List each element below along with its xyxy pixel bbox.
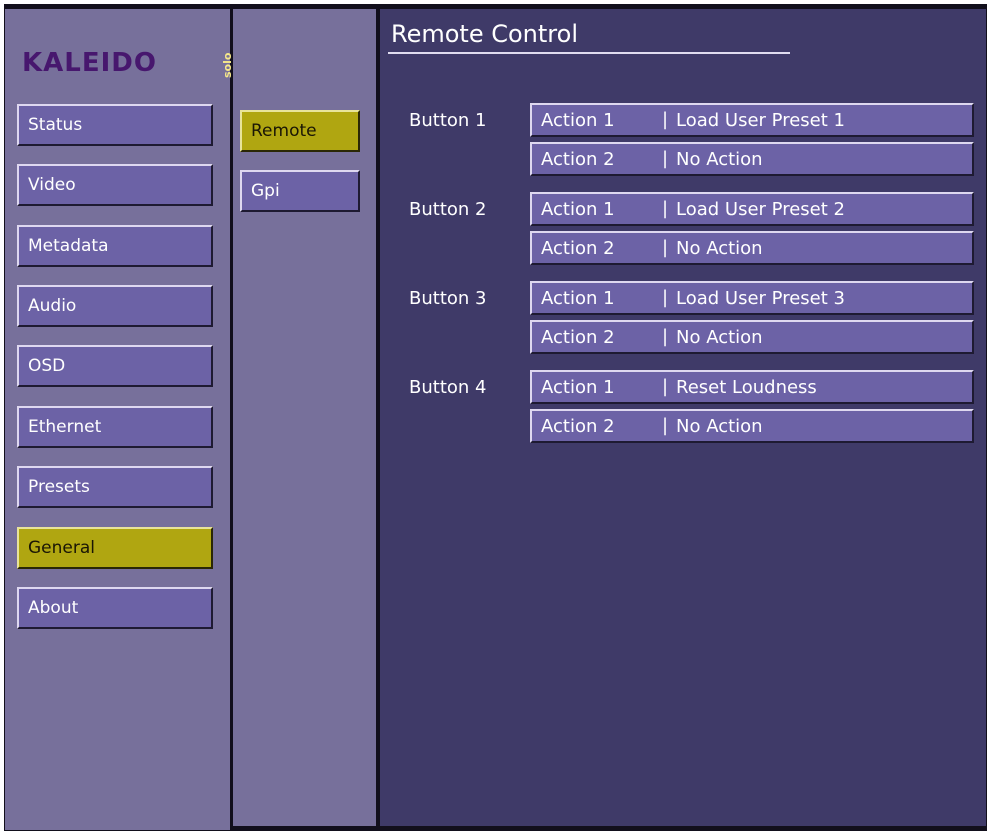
button-3-label: Button 3 xyxy=(409,288,487,309)
submenu-item-gpi[interactable]: Gpi xyxy=(240,170,360,212)
menu-item-osd[interactable]: OSD xyxy=(17,345,213,387)
button-1-label: Button 1 xyxy=(409,110,487,131)
menu-item-metadata[interactable]: Metadata xyxy=(17,225,213,267)
action-separator: | xyxy=(662,376,669,397)
submenu-item-label: Remote xyxy=(251,121,317,141)
menu-item-label: Ethernet xyxy=(28,417,102,437)
menu-item-label: OSD xyxy=(28,356,66,376)
menu-item-label: General xyxy=(28,538,95,558)
button-1-action-1[interactable]: Action 1 | Load User Preset 1 xyxy=(530,103,974,137)
button-4-label: Button 4 xyxy=(409,377,487,398)
submenu-item-remote[interactable]: Remote xyxy=(240,110,360,152)
menu-item-general[interactable]: General xyxy=(17,527,213,569)
menu-item-label: Presets xyxy=(28,477,90,497)
action-value: No Action xyxy=(676,416,763,437)
action-name: Action 1 xyxy=(541,199,615,220)
button-2-action-1[interactable]: Action 1 | Load User Preset 2 xyxy=(530,192,974,226)
action-name: Action 1 xyxy=(541,377,615,398)
action-name: Action 2 xyxy=(541,238,615,259)
submenu-item-label: Gpi xyxy=(251,181,280,201)
menu-item-label: Metadata xyxy=(28,236,109,256)
action-separator: | xyxy=(662,326,669,347)
menu-item-about[interactable]: About xyxy=(17,587,213,629)
action-separator: | xyxy=(662,109,669,130)
menu-item-label: Audio xyxy=(28,296,77,316)
action-separator: | xyxy=(662,148,669,169)
action-value: Load User Preset 3 xyxy=(676,288,845,309)
logo-wordmark: KALEIDO xyxy=(22,48,157,78)
page-title: Remote Control xyxy=(391,20,578,48)
menu-item-label: Video xyxy=(28,175,76,195)
action-value: Load User Preset 2 xyxy=(676,199,845,220)
menu-item-audio[interactable]: Audio xyxy=(17,285,213,327)
logo-subtitle: solo xyxy=(221,52,234,78)
menu-item-presets[interactable]: Presets xyxy=(17,466,213,508)
title-underline xyxy=(388,52,790,54)
action-value: No Action xyxy=(676,149,763,170)
button-3-action-1[interactable]: Action 1 | Load User Preset 3 xyxy=(530,281,974,315)
action-name: Action 2 xyxy=(541,327,615,348)
action-value: Load User Preset 1 xyxy=(676,110,845,131)
button-2-action-2[interactable]: Action 2 | No Action xyxy=(530,231,974,265)
action-name: Action 2 xyxy=(541,416,615,437)
button-1-action-2[interactable]: Action 2 | No Action xyxy=(530,142,974,176)
action-value: Reset Loudness xyxy=(676,377,817,398)
button-4-action-2[interactable]: Action 2 | No Action xyxy=(530,409,974,443)
menu-item-status[interactable]: Status xyxy=(17,104,213,146)
action-name: Action 1 xyxy=(541,288,615,309)
action-name: Action 2 xyxy=(541,149,615,170)
menu-item-ethernet[interactable]: Ethernet xyxy=(17,406,213,448)
button-4-action-1[interactable]: Action 1 | Reset Loudness xyxy=(530,370,974,404)
action-separator: | xyxy=(662,198,669,219)
action-name: Action 1 xyxy=(541,110,615,131)
action-value: No Action xyxy=(676,238,763,259)
menu-item-label: About xyxy=(28,598,79,618)
button-3-action-2[interactable]: Action 2 | No Action xyxy=(530,320,974,354)
action-separator: | xyxy=(662,415,669,436)
menu-item-video[interactable]: Video xyxy=(17,164,213,206)
action-separator: | xyxy=(662,237,669,258)
action-value: No Action xyxy=(676,327,763,348)
action-separator: | xyxy=(662,287,669,308)
button-2-label: Button 2 xyxy=(409,199,487,220)
menu-item-label: Status xyxy=(28,115,83,135)
